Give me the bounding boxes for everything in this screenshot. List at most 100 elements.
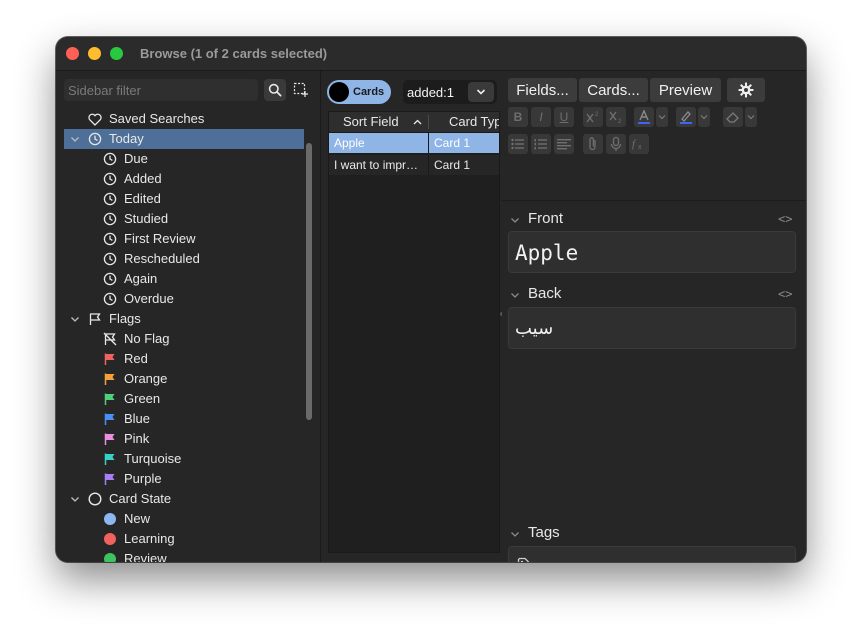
clock-icon	[103, 252, 117, 266]
clear-formatting-button[interactable]	[723, 107, 743, 127]
underline-button[interactable]: U	[554, 107, 574, 127]
text-color-button[interactable]	[634, 107, 654, 127]
subscript-button[interactable]: 2	[606, 107, 626, 127]
preview-button[interactable]: Preview	[650, 78, 721, 102]
html-editor-toggle-back[interactable]: <>	[778, 287, 792, 301]
cell-card-type: Card 1	[434, 158, 471, 172]
sidebar-select-tool-button[interactable]	[290, 79, 312, 101]
sidebar-scrollbar[interactable]	[306, 143, 312, 420]
column-divider[interactable]	[428, 115, 429, 129]
microphone-icon	[610, 136, 622, 151]
sidebar-filter-input[interactable]	[64, 79, 258, 101]
flag-icon	[103, 432, 117, 446]
ordered-list-button[interactable]	[531, 134, 551, 154]
collapse-front-field[interactable]	[510, 215, 520, 225]
expand-chevron-icon[interactable]	[70, 314, 80, 324]
cards-notes-toggle[interactable]: Cards	[327, 80, 391, 104]
record-audio-button[interactable]	[606, 134, 626, 154]
sidebar-item-saved-searches[interactable]: Saved Searches	[64, 109, 304, 129]
sidebar-item-new[interactable]: New	[64, 509, 304, 529]
sidebar-item-learning[interactable]: Learning	[64, 529, 304, 549]
sort-ascending-icon	[413, 119, 422, 125]
sidebar-item-again[interactable]: Again	[64, 269, 304, 289]
tags-editor[interactable]	[508, 546, 796, 562]
maximize-window-button[interactable]	[110, 47, 123, 60]
note-options-button[interactable]	[727, 78, 765, 102]
mathjax-button[interactable]: fx	[629, 134, 649, 154]
sidebar-item-label: New	[124, 511, 151, 526]
sidebar-item-rescheduled[interactable]: Rescheduled	[64, 249, 304, 269]
flag-outline-icon	[88, 312, 102, 326]
sidebar-item-label: Card State	[109, 491, 172, 506]
sidebar-item-label: Blue	[124, 411, 151, 426]
sidebar-item-card-state[interactable]: Card State	[64, 489, 304, 509]
sidebar-item-first-review[interactable]: First Review	[64, 229, 304, 249]
sidebar-item-label: Review	[124, 551, 167, 562]
table-row[interactable]: I want to improve Card 1	[329, 155, 499, 175]
superscript-button[interactable]: 2	[583, 107, 603, 127]
sidebar-item-no-flag[interactable]: No Flag	[64, 329, 304, 349]
search-combo[interactable]: added:1	[403, 80, 497, 104]
chevron-down-icon	[511, 531, 519, 537]
text-color-dropdown[interactable]	[656, 107, 668, 127]
fields-button[interactable]: Fields...	[508, 78, 577, 102]
sidebar-item-pink[interactable]: Pink	[64, 429, 304, 449]
sidebar-item-label: Pink	[124, 431, 150, 446]
search-icon	[268, 83, 282, 97]
svg-text:f: f	[632, 138, 637, 150]
sidebar-item-label: Added	[124, 171, 162, 186]
sidebar-item-blue[interactable]: Blue	[64, 409, 304, 429]
sidebar-search-button[interactable]	[264, 79, 286, 101]
html-editor-toggle-front[interactable]: <>	[778, 212, 792, 226]
minimize-window-button[interactable]	[88, 47, 101, 60]
sidebar-item-due[interactable]: Due	[64, 149, 304, 169]
cards-table: Sort Field Card Type Apple Card 1 I want…	[328, 111, 500, 553]
sidebar-item-label: Red	[124, 351, 148, 366]
sidebar-item-today[interactable]: Today	[64, 129, 304, 149]
sidebar-item-studied[interactable]: Studied	[64, 209, 304, 229]
column-header-card-type[interactable]: Card Type	[449, 114, 499, 129]
sidebar-item-added[interactable]: Added	[64, 169, 304, 189]
clock-icon	[103, 192, 117, 206]
no-flag-icon	[103, 332, 117, 346]
sidebar-item-edited[interactable]: Edited	[64, 189, 304, 209]
dot-icon	[103, 552, 117, 562]
highlight-color-dropdown[interactable]	[698, 107, 710, 127]
eraser-icon	[726, 112, 739, 123]
sidebar-item-turquoise[interactable]: Turquoise	[64, 449, 304, 469]
field-label-front: Front	[528, 210, 564, 227]
unordered-list-button[interactable]	[508, 134, 528, 154]
collapse-back-field[interactable]	[510, 290, 520, 300]
back-field-editor[interactable]: سیب	[508, 307, 796, 349]
bold-button[interactable]: B	[508, 107, 528, 127]
clock-icon	[103, 232, 117, 246]
sidebar-item-label: First Review	[124, 231, 196, 246]
sidebar-item-green[interactable]: Green	[64, 389, 304, 409]
sidebar-item-purple[interactable]: Purple	[64, 469, 304, 489]
front-field-editor[interactable]: Apple	[508, 231, 796, 273]
sidebar-item-orange[interactable]: Orange	[64, 369, 304, 389]
clear-formatting-dropdown[interactable]	[745, 107, 757, 127]
numbered-list-icon	[534, 139, 547, 150]
expand-chevron-icon[interactable]	[70, 494, 80, 504]
sidebar-item-review[interactable]: Review	[64, 549, 304, 562]
collapse-tags[interactable]	[510, 529, 520, 539]
sidebar-item-label: Green	[124, 391, 161, 406]
table-row[interactable]: Apple Card 1	[329, 133, 499, 153]
column-header-sort-field[interactable]: Sort Field	[343, 114, 399, 129]
attach-button[interactable]	[583, 134, 603, 154]
sidebar-item-overdue[interactable]: Overdue	[64, 289, 304, 309]
sidebar-item-red[interactable]: Red	[64, 349, 304, 369]
chevron-down-icon	[747, 115, 755, 120]
sidebar-item-flags[interactable]: Flags	[64, 309, 304, 329]
alignment-button[interactable]	[554, 134, 574, 154]
highlight-color-button[interactable]	[676, 107, 696, 127]
cell-divider	[428, 155, 429, 175]
close-window-button[interactable]	[66, 47, 79, 60]
table-header: Sort Field Card Type	[329, 112, 499, 133]
italic-button[interactable]: I	[531, 107, 551, 127]
cell-sort-field: I want to improve	[334, 158, 424, 172]
cards-button[interactable]: Cards...	[579, 78, 648, 102]
expand-chevron-icon[interactable]	[70, 134, 80, 144]
search-history-dropdown[interactable]	[468, 82, 494, 102]
